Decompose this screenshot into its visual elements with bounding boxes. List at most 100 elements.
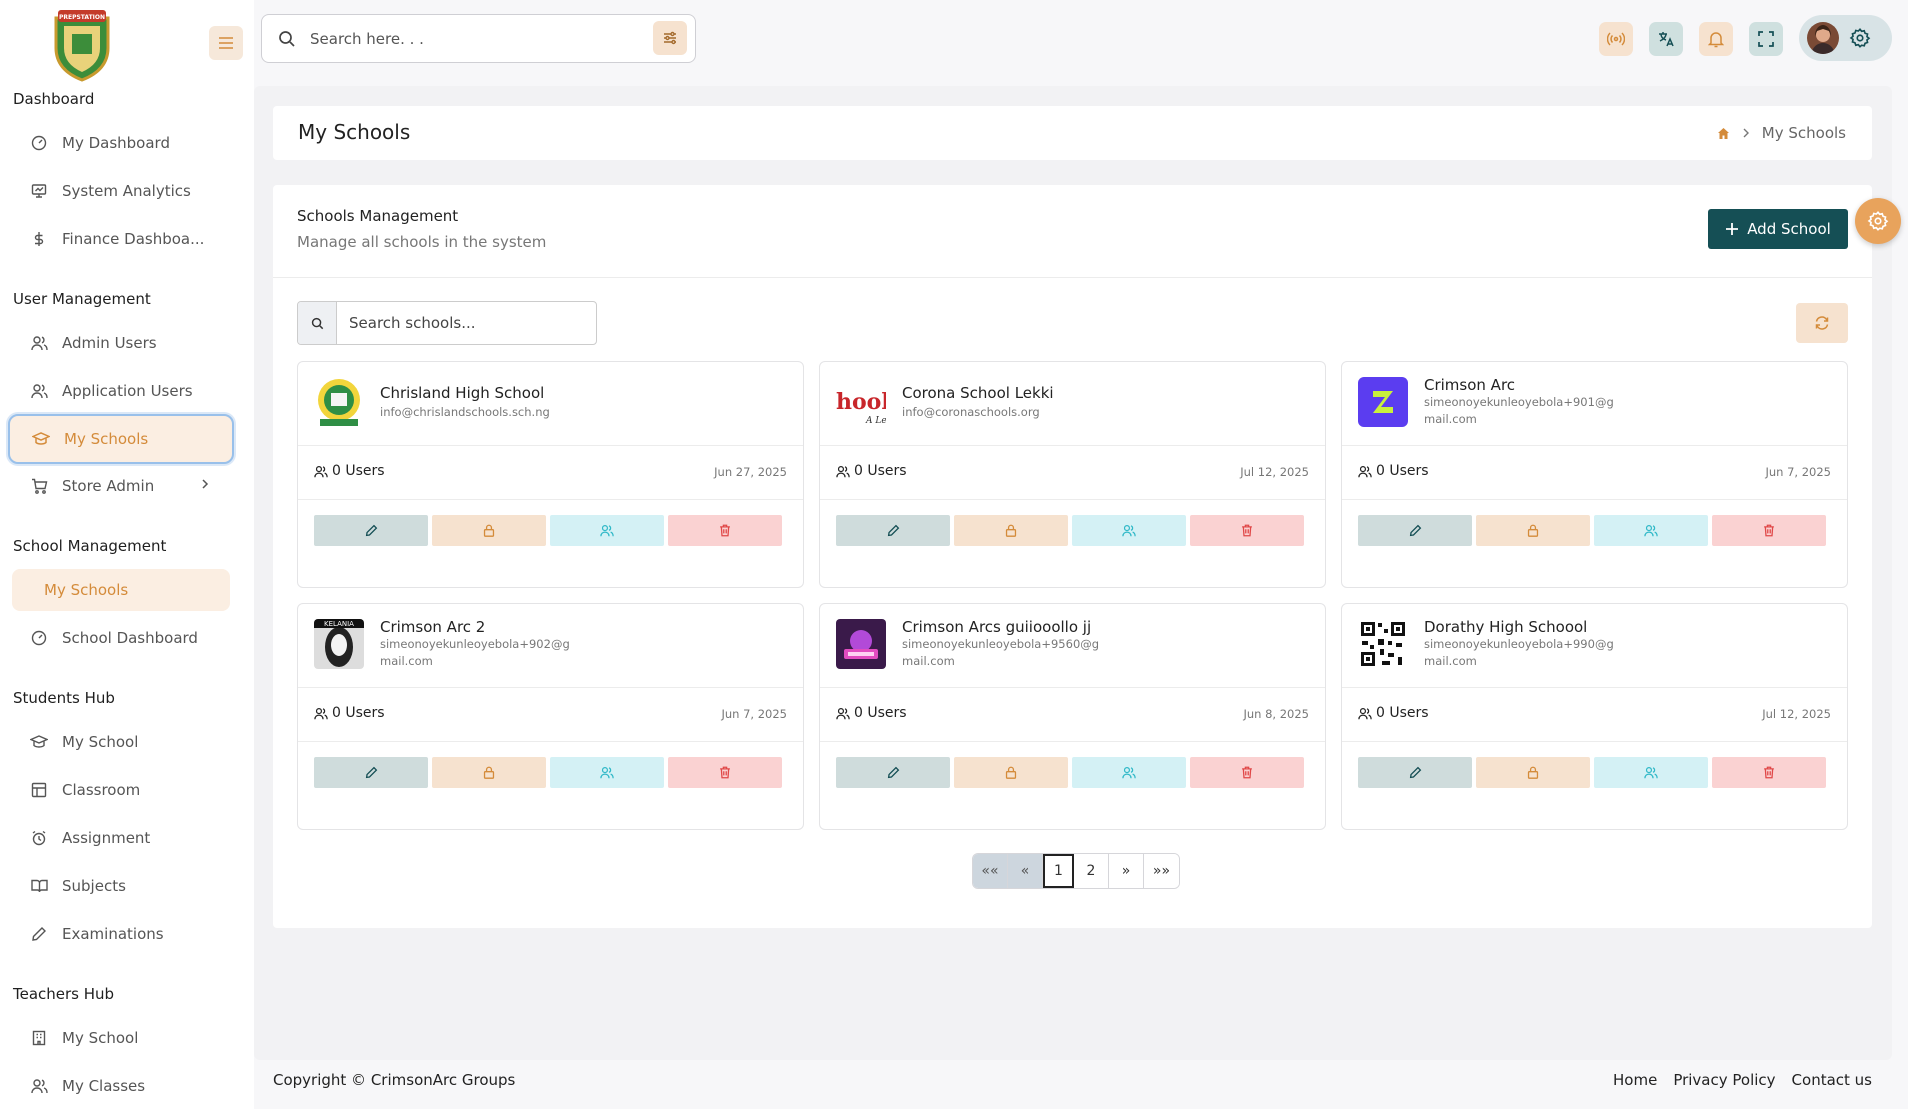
- home-icon[interactable]: [1717, 127, 1730, 140]
- fullscreen-button[interactable]: [1749, 22, 1783, 56]
- lock-button[interactable]: [954, 757, 1068, 788]
- users-icon: [1358, 465, 1372, 478]
- nav-examinations[interactable]: Examinations: [12, 911, 232, 957]
- school-card[interactable]: Crimson Arcs guiiooollo jj simeonoyekunl…: [819, 603, 1326, 830]
- section-subtitle: Manage all schools in the system: [297, 233, 547, 251]
- pencil-icon: [365, 524, 378, 537]
- manage-users-button[interactable]: [550, 757, 664, 788]
- users-icon: [314, 707, 328, 720]
- delete-button[interactable]: [1712, 515, 1826, 546]
- nav-classroom[interactable]: Classroom: [12, 767, 232, 813]
- school-card[interactable]: Crimson Arc simeonoyekunleoyebola+901@gm…: [1341, 361, 1848, 588]
- subnav-my-schools[interactable]: My Schools: [12, 569, 230, 611]
- nav-my-dashboard[interactable]: My Dashboard: [12, 120, 232, 166]
- last-page-button[interactable]: »»: [1144, 854, 1179, 888]
- nav-store-admin[interactable]: Store Admin: [12, 463, 232, 509]
- created-date: Jul 12, 2025: [1762, 707, 1831, 721]
- lock-button[interactable]: [1476, 757, 1590, 788]
- delete-button[interactable]: [1190, 515, 1304, 546]
- notifications-button[interactable]: [1699, 22, 1733, 56]
- refresh-button[interactable]: [1796, 303, 1848, 343]
- section-school-management: School Management: [13, 537, 167, 555]
- nav-my-classes[interactable]: My Classes: [12, 1063, 232, 1109]
- filter-button[interactable]: [653, 21, 687, 55]
- created-date: Jun 27, 2025: [714, 465, 787, 479]
- lock-button[interactable]: [432, 757, 546, 788]
- nav-students-my-school[interactable]: My School: [12, 719, 232, 765]
- trash-icon: [1241, 766, 1253, 779]
- edit-button[interactable]: [836, 515, 950, 546]
- nav-assignment[interactable]: Assignment: [12, 815, 232, 861]
- school-card[interactable]: Dorathy High Schoool simeonoyekunleoyebo…: [1341, 603, 1848, 830]
- delete-button[interactable]: [668, 757, 782, 788]
- user-count: 0 Users: [332, 705, 385, 721]
- menu-toggle-button[interactable]: [209, 26, 243, 60]
- translate-icon: [1657, 30, 1675, 48]
- edit-button[interactable]: [1358, 515, 1472, 546]
- broadcast-icon: [1607, 32, 1625, 46]
- settings-gear-icon[interactable]: [1849, 27, 1871, 49]
- translate-button[interactable]: [1649, 22, 1683, 56]
- delete-button[interactable]: [1712, 757, 1826, 788]
- user-menu[interactable]: [1799, 15, 1892, 61]
- add-school-button[interactable]: Add School: [1708, 209, 1848, 249]
- manage-users-button[interactable]: [1072, 757, 1186, 788]
- school-card[interactable]: KELANIA Crimson Arc 2 simeonoyekunleoyeb…: [297, 603, 804, 830]
- page-1-button[interactable]: 1: [1043, 854, 1074, 888]
- delete-button[interactable]: [668, 515, 782, 546]
- nav-system-analytics[interactable]: System Analytics: [12, 168, 232, 214]
- edit-button[interactable]: [314, 757, 428, 788]
- pencil-icon: [365, 766, 378, 779]
- user-count: 0 Users: [854, 705, 907, 721]
- nav-admin-users[interactable]: Admin Users: [12, 320, 232, 366]
- first-page-button[interactable]: ««: [973, 854, 1008, 888]
- page-title: My Schools: [298, 120, 411, 144]
- pencil-icon: [1409, 766, 1422, 779]
- school-card[interactable]: Chrisland High School info@chrislandscho…: [297, 361, 804, 588]
- nav-application-users[interactable]: Application Users: [12, 368, 232, 414]
- manage-users-button[interactable]: [1594, 515, 1708, 546]
- footer-link-contact[interactable]: Contact us: [1792, 1071, 1872, 1089]
- manage-users-button[interactable]: [1072, 515, 1186, 546]
- lock-icon: [483, 766, 495, 779]
- footer-link-home[interactable]: Home: [1613, 1071, 1657, 1089]
- prev-page-button[interactable]: «: [1008, 854, 1043, 888]
- manage-users-button[interactable]: [550, 515, 664, 546]
- school-logo: [1358, 377, 1408, 427]
- user-count: 0 Users: [332, 463, 385, 479]
- nav-teachers-my-school[interactable]: My School: [12, 1015, 232, 1061]
- avatar[interactable]: [1807, 22, 1839, 54]
- edit-button[interactable]: [836, 757, 950, 788]
- building-icon: [29, 1028, 49, 1048]
- lock-button[interactable]: [1476, 515, 1590, 546]
- edit-button[interactable]: [314, 515, 428, 546]
- lock-button[interactable]: [432, 515, 546, 546]
- plus-icon: [1725, 222, 1739, 236]
- school-name: Crimson Arc 2: [380, 618, 486, 636]
- nav-school-dashboard[interactable]: School Dashboard: [12, 615, 232, 661]
- footer-link-privacy[interactable]: Privacy Policy: [1673, 1071, 1775, 1089]
- trash-icon: [1763, 766, 1775, 779]
- edit-button[interactable]: [1358, 757, 1472, 788]
- users-icon: [1358, 707, 1372, 720]
- users-icon: [1122, 524, 1136, 537]
- theme-settings-button[interactable]: [1855, 198, 1901, 244]
- school-logo: [836, 619, 886, 669]
- search-input[interactable]: [310, 29, 630, 48]
- lock-button[interactable]: [954, 515, 1068, 546]
- school-card[interactable]: hoolsA Le Corona School Lekki info@coron…: [819, 361, 1326, 588]
- nav-subjects[interactable]: Subjects: [12, 863, 232, 909]
- lock-icon: [1527, 766, 1539, 779]
- school-crest-logo[interactable]: PREPSTATION: [50, 4, 114, 82]
- manage-users-button[interactable]: [1594, 757, 1708, 788]
- school-search-input[interactable]: [337, 302, 587, 344]
- users-icon: [1644, 524, 1658, 537]
- book-open-icon: [29, 876, 49, 896]
- nav-my-schools-active[interactable]: My Schools: [8, 414, 234, 464]
- nav-finance-dashboard[interactable]: Finance Dashboa...: [12, 216, 232, 262]
- broadcast-button[interactable]: [1599, 22, 1633, 56]
- next-page-button[interactable]: »: [1109, 854, 1144, 888]
- page-2-button[interactable]: 2: [1074, 854, 1109, 888]
- delete-button[interactable]: [1190, 757, 1304, 788]
- chevron-right-icon: [1742, 127, 1750, 139]
